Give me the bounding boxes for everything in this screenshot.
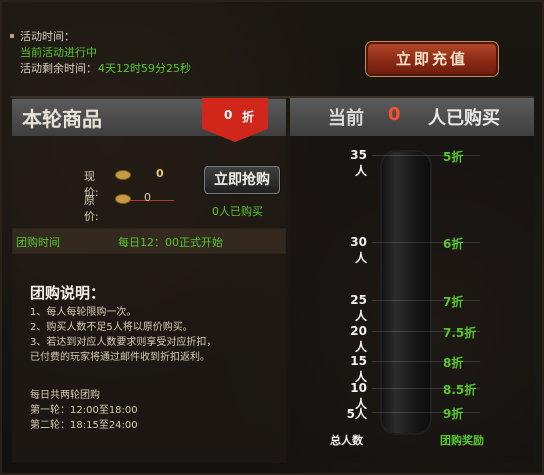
tier-people: 30人 bbox=[350, 235, 367, 265]
tier-row: 10人 8.5折 bbox=[303, 381, 493, 411]
current-price-value: 0 bbox=[156, 167, 164, 180]
tier-line bbox=[372, 300, 480, 301]
discount-value: 0 bbox=[224, 108, 233, 122]
group-time-value: 每日12：00正式开始 bbox=[118, 236, 223, 249]
original-price-row: 原价: 0 bbox=[84, 191, 174, 224]
buy-now-button[interactable]: 立即抢购 bbox=[204, 166, 280, 194]
group-time-label: 团购时间 bbox=[16, 236, 60, 249]
remaining-time-value: 4天12时59分25秒 bbox=[98, 62, 191, 75]
activity-status: 当前活动进行中 bbox=[20, 46, 97, 59]
current-count: 0 bbox=[388, 104, 401, 125]
progress-bar bbox=[380, 150, 432, 435]
activity-time-label: 活动时间： bbox=[20, 30, 75, 43]
remaining-time-label: 活动剩余时间： bbox=[20, 62, 97, 75]
tier-row: 20人 7.5折 bbox=[303, 324, 493, 354]
tier-discount: 5折 bbox=[443, 150, 464, 164]
explanation-text: 1、每人每轮限购一次。 2、购买人数不足5人将以原价购买。 3、若达到对应人数要… bbox=[30, 305, 270, 365]
tier-row: 25人 7折 bbox=[303, 293, 493, 323]
bought-label: 人已购买 bbox=[428, 108, 500, 129]
tier-discount: 7折 bbox=[443, 295, 464, 309]
explanation-title: 团购说明： bbox=[30, 284, 106, 302]
schedule-line: 第二轮：18:15至24:00 bbox=[30, 420, 138, 431]
total-people-label: 总人数 bbox=[330, 434, 363, 447]
explanation-line: 2、购买人数不足5人将以原价购买。 bbox=[30, 322, 193, 333]
group-time-bar: 团购时间 每日12：00正式开始 bbox=[12, 228, 286, 254]
tier-discount: 8.5折 bbox=[443, 383, 477, 397]
tier-discount: 8折 bbox=[443, 356, 464, 370]
recharge-button[interactable]: 立即充值 bbox=[366, 42, 498, 76]
bought-count: 0人已购买 bbox=[212, 205, 263, 218]
coin-icon bbox=[116, 195, 130, 203]
tier-row: 35人 5折 bbox=[303, 148, 493, 178]
explanation-line: 已付费的玩家将通过邮件收到折扣返利。 bbox=[30, 352, 210, 363]
current-label: 当前 bbox=[328, 108, 364, 129]
tier-discount: 9折 bbox=[443, 407, 464, 421]
explanation-line: 1、每人每轮限购一次。 bbox=[30, 307, 137, 318]
tier-row: 5人 9折 bbox=[303, 407, 493, 421]
original-price-label: 原价: bbox=[84, 194, 99, 223]
group-reward-label: 团购奖励 bbox=[440, 434, 484, 447]
tier-people: 25人 bbox=[350, 293, 367, 323]
tier-line bbox=[372, 242, 480, 243]
tier-discount: 6折 bbox=[443, 237, 464, 251]
tier-line bbox=[372, 412, 480, 413]
coin-icon bbox=[116, 171, 130, 179]
schedule-line: 第一轮：12:00至18:00 bbox=[30, 405, 138, 416]
tier-people: 5人 bbox=[346, 407, 367, 421]
original-price-value: 0 bbox=[144, 191, 151, 204]
discount-unit: 折 bbox=[242, 110, 255, 124]
tier-people: 35人 bbox=[350, 148, 367, 178]
tier-row: 30人 6折 bbox=[303, 235, 493, 265]
schedule-text: 每日共两轮团购 第一轮：12:00至18:00 第二轮：18:15至24:00 bbox=[30, 388, 270, 433]
tier-people: 20人 bbox=[350, 324, 367, 354]
explanation-line: 3、若达到对应人数要求则享受对应折扣， bbox=[30, 337, 217, 348]
panel-title: 本轮商品 bbox=[22, 107, 102, 131]
strike-line bbox=[130, 200, 174, 201]
tier-line bbox=[372, 361, 480, 362]
tier-discount: 7.5折 bbox=[443, 326, 477, 340]
tier-row: 15人 8折 bbox=[303, 354, 493, 384]
tier-line bbox=[372, 155, 480, 156]
activity-bullet-icon bbox=[10, 34, 14, 38]
schedule-line: 每日共两轮团购 bbox=[30, 390, 100, 401]
